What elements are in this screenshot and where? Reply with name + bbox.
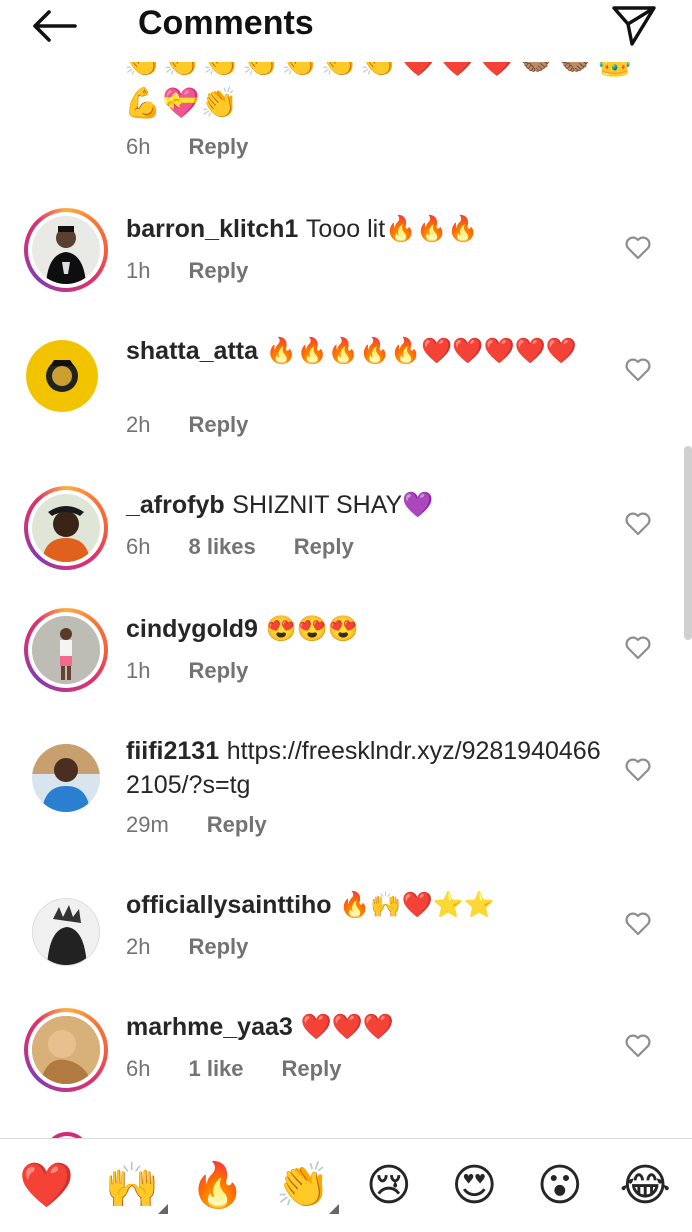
avatar[interactable] xyxy=(24,736,108,820)
comment-text: 😍😍😍 xyxy=(265,615,359,643)
reply-button[interactable]: Reply xyxy=(207,812,267,838)
reaction-red-heart[interactable]: ❤️ xyxy=(7,1163,87,1208)
quick-reaction-bar: ❤️ 🙌 🔥 👏 😢 😍 😮 😂 xyxy=(0,1138,692,1232)
page-title: Comments xyxy=(138,4,314,42)
header: Comments xyxy=(0,0,692,62)
comment-text: 🔥🔥🔥🔥🔥❤️❤️❤️❤️❤️ xyxy=(265,337,577,365)
reply-button[interactable]: Reply xyxy=(188,258,248,284)
reaction-crying-face[interactable]: 😢 xyxy=(349,1163,429,1208)
comment-text: 👏👏👏👏👏👏👏❤️❤️❤️🤝🏽🤝🏽👑 xyxy=(124,62,636,79)
comment-time: 6h xyxy=(126,534,151,559)
reply-button[interactable]: Reply xyxy=(188,934,248,960)
comment-text: ❤️❤️❤️ xyxy=(300,1013,394,1041)
skin-tone-indicator-icon xyxy=(158,1203,169,1214)
like-count[interactable]: 8 likes xyxy=(188,534,255,560)
comment-text: 💪💝👏 xyxy=(124,86,240,121)
comment-meta: 2h Reply xyxy=(126,412,286,438)
direct-send-icon[interactable] xyxy=(610,2,658,48)
comment-time: 6h xyxy=(126,134,151,159)
comment-meta: 1h Reply xyxy=(126,658,286,684)
reaction-emoji: 🙌 xyxy=(104,1159,160,1211)
avatar[interactable] xyxy=(24,338,108,422)
avatar[interactable] xyxy=(24,890,108,974)
comment-username[interactable]: shatta_atta xyxy=(126,337,258,365)
back-arrow-icon[interactable] xyxy=(26,6,82,46)
comment-meta: 29m Reply xyxy=(126,812,305,838)
reaction-heart-eyes[interactable]: 😍 xyxy=(434,1163,514,1208)
reaction-emoji: 👏 xyxy=(275,1159,331,1211)
reply-button[interactable]: Reply xyxy=(188,412,248,438)
like-heart-icon[interactable] xyxy=(624,634,652,662)
comment-time: 6h xyxy=(126,1056,151,1081)
avatar[interactable] xyxy=(24,608,108,692)
comment-text: Tooo lit🔥🔥🔥 xyxy=(305,215,479,243)
like-count[interactable]: 1 like xyxy=(188,1056,243,1082)
scrollbar[interactable] xyxy=(684,446,692,640)
comment-meta: 6h 1 like Reply xyxy=(126,1056,379,1082)
avatar[interactable] xyxy=(24,486,108,570)
comment-text: SHIZNIT SHAY💜 xyxy=(232,491,434,519)
avatar[interactable] xyxy=(24,208,108,292)
reaction-tears-of-joy[interactable]: 😂 xyxy=(605,1163,685,1208)
like-heart-icon[interactable] xyxy=(624,356,652,384)
comment-username[interactable]: cindygold9 xyxy=(126,615,258,643)
reaction-surprised-face[interactable]: 😮 xyxy=(520,1163,600,1208)
comment-username[interactable]: barron_klitch1 xyxy=(126,215,298,243)
comment-time: 2h xyxy=(126,934,151,959)
comment-meta: 2h Reply xyxy=(126,934,286,960)
comment-text: 🔥🙌❤️⭐⭐ xyxy=(339,891,495,919)
comment-time: 29m xyxy=(126,812,169,837)
comment-meta: 6h Reply xyxy=(126,134,286,160)
comment-meta: 6h 8 likes Reply xyxy=(126,534,392,560)
like-heart-icon[interactable] xyxy=(624,910,652,938)
partial-comment: 👏👏👏👏👏👏👏❤️❤️❤️🤝🏽🤝🏽👑 💪💝👏 6h Reply xyxy=(0,62,692,172)
comment-username[interactable]: marhme_yaa3 xyxy=(126,1013,293,1041)
skin-tone-indicator-icon xyxy=(329,1203,340,1214)
comment-meta: 1h Reply xyxy=(126,258,286,284)
reply-button[interactable]: Reply xyxy=(188,134,248,160)
reaction-fire[interactable]: 🔥 xyxy=(178,1163,258,1208)
comment-username[interactable]: _afrofyb xyxy=(126,491,225,519)
like-heart-icon[interactable] xyxy=(624,510,652,538)
like-heart-icon[interactable] xyxy=(624,234,652,262)
like-heart-icon[interactable] xyxy=(624,756,652,784)
reaction-clapping-hands[interactable]: 👏 xyxy=(263,1163,343,1214)
comment-username[interactable]: officiallysainttiho xyxy=(126,891,332,919)
like-heart-icon[interactable] xyxy=(624,1032,652,1060)
reply-button[interactable]: Reply xyxy=(282,1056,342,1082)
comment-username[interactable]: fiifi2131 xyxy=(126,737,219,765)
reply-button[interactable]: Reply xyxy=(294,534,354,560)
comment-time: 1h xyxy=(126,658,151,683)
comment-time: 2h xyxy=(126,412,151,437)
comment-time: 1h xyxy=(126,258,151,283)
reaction-raising-hands[interactable]: 🙌 xyxy=(92,1163,172,1214)
avatar[interactable] xyxy=(24,1008,108,1092)
reply-button[interactable]: Reply xyxy=(188,658,248,684)
